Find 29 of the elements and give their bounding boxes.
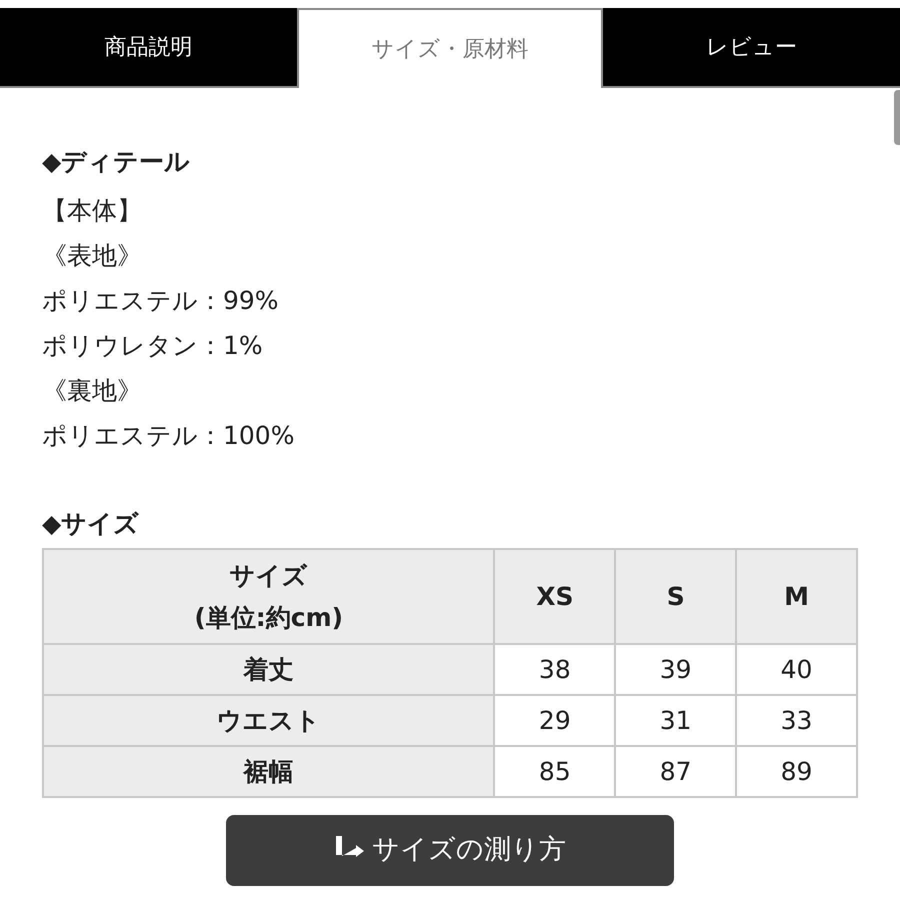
tab[interactable]: 商品説明 [0,8,297,88]
header-cell: S [615,549,736,644]
detail-text: ポリウレタン：1% [42,330,263,362]
table-cell: 29 [494,695,616,746]
tab[interactable]: レビュー [603,8,900,88]
header-cell: XS [494,549,616,644]
detail-text: 【本体】 [42,195,142,227]
header-cell: サイズ (単位:約cm) [43,549,494,644]
detail-text: 《表地》 [42,240,142,272]
detail-text: ポリエステル：99% [42,285,279,317]
row-header-cell: ウエスト [43,695,494,746]
tab[interactable]: サイズ・原材料 [297,8,603,88]
table-cell: 40 [736,644,857,695]
detail-text: ポリエステル：100% [42,420,294,452]
header-cell: M [736,549,857,644]
table-cell: 31 [615,695,736,746]
size-guide-button[interactable]: サイズの測り方 [226,815,674,886]
section-heading: ◆ディテール [42,146,192,178]
detail-text: 《裏地》 [42,375,142,407]
row-header-cell: 着丈 [43,644,494,695]
section-heading: ◆サイズ [42,508,140,540]
table-cell: 33 [736,695,857,746]
table-cell: 87 [615,746,736,797]
table-cell: 38 [494,644,616,695]
row-header-cell: 裾幅 [43,746,494,797]
table-cell: 89 [736,746,857,797]
scrollbar[interactable] [894,90,900,145]
table-cell: 39 [615,644,736,695]
table-cell: 85 [494,746,616,797]
